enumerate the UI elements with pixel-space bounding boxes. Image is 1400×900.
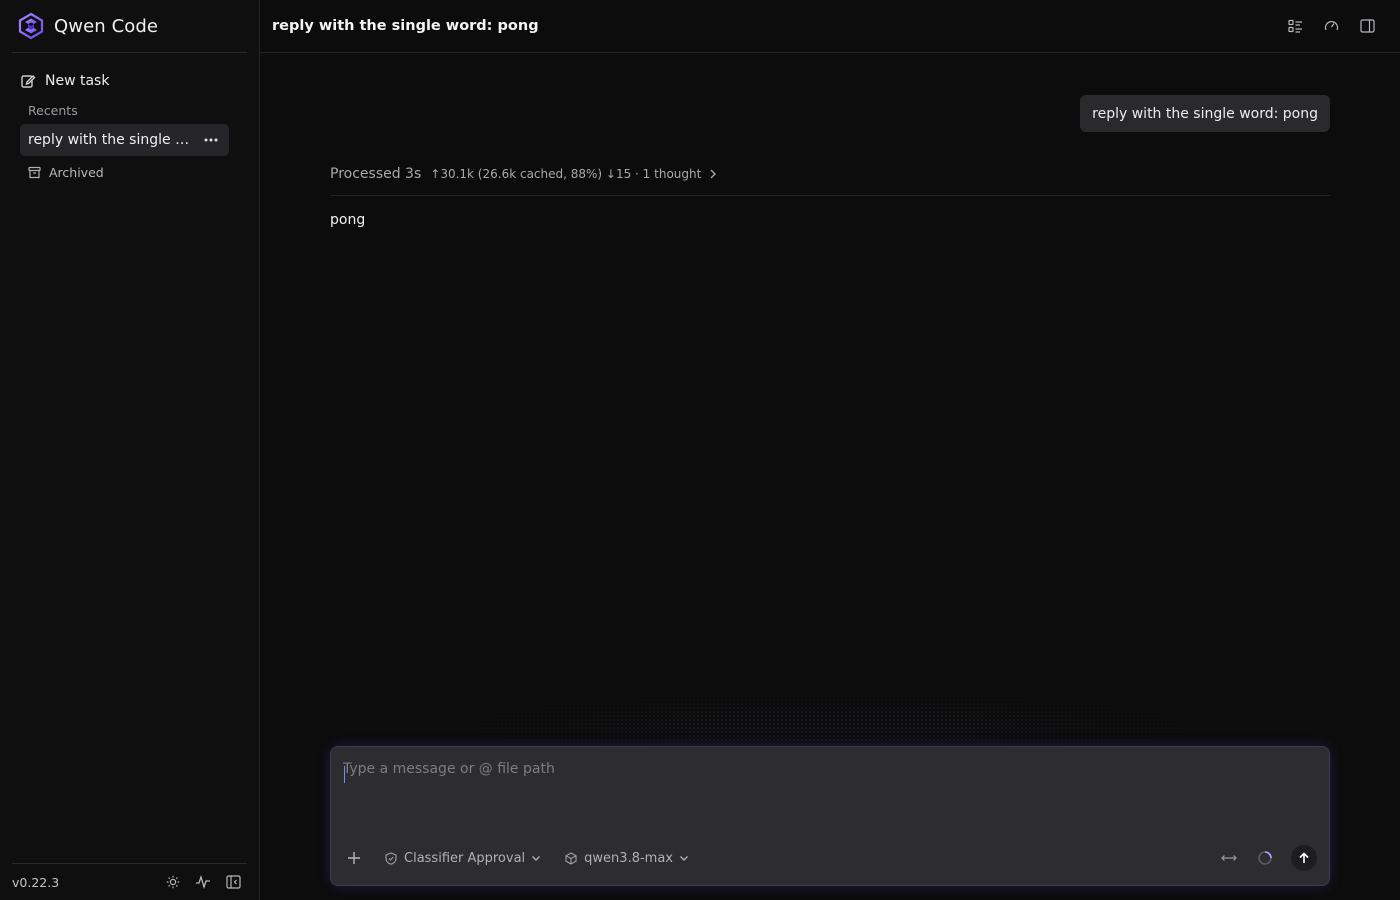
model-select[interactable]: qwen3.8-max — [565, 851, 689, 866]
message-input[interactable] — [343, 761, 1313, 821]
expand-horizontal-icon[interactable] — [1219, 848, 1239, 868]
chevron-right-icon[interactable] — [709, 168, 721, 180]
cube-icon — [565, 851, 578, 865]
app-window: Qwen Code New task Recents reply with th… — [0, 0, 1400, 900]
chevron-down-icon — [679, 853, 689, 863]
collapse-sidebar-icon[interactable] — [224, 873, 242, 891]
panel-icon[interactable] — [1358, 17, 1376, 35]
plus-icon[interactable] — [345, 849, 363, 867]
processed-stats: ↑30.1k (26.6k cached, 88%) ↓15 · 1 thoug… — [430, 167, 702, 181]
recent-task-item[interactable]: reply with the single word: pong — [20, 124, 229, 156]
processed-label: Processed 3s — [330, 166, 422, 182]
brand: Qwen Code — [12, 0, 247, 53]
edit-icon — [20, 73, 36, 89]
approval-mode-label: Classifier Approval — [404, 850, 526, 866]
main-header: reply with the single word: pong — [260, 0, 1400, 53]
text-caret — [344, 766, 345, 783]
send-button[interactable] — [1291, 845, 1317, 871]
activity-icon[interactable] — [194, 873, 212, 891]
composer-toolbar: Classifier Approval qwen3.8-max — [345, 845, 1317, 871]
app-title: Qwen Code — [54, 15, 159, 37]
recents-heading: Recents — [28, 103, 78, 118]
composer: Classifier Approval qwen3.8-max — [330, 746, 1330, 886]
page-title: reply with the single word: pong — [272, 18, 539, 34]
qwen-logo-icon — [16, 11, 46, 41]
version-label: v0.22.3 — [12, 874, 60, 890]
assistant-reply: pong — [330, 212, 366, 228]
shield-icon — [385, 851, 398, 865]
chevron-down-icon — [531, 853, 541, 863]
header-actions — [1286, 17, 1376, 35]
list-icon[interactable] — [1286, 17, 1304, 35]
model-label: qwen3.8-max — [584, 850, 673, 866]
recent-task-label: reply with the single word: pong — [28, 132, 194, 148]
loading-spinner-icon — [1255, 848, 1275, 868]
archived-label: Archived — [49, 164, 104, 180]
composer-actions — [1219, 845, 1317, 871]
gauge-icon[interactable] — [1322, 17, 1340, 35]
footer-icons — [164, 873, 242, 891]
sun-icon[interactable] — [164, 873, 182, 891]
new-task-label: New task — [45, 73, 110, 89]
archive-icon — [28, 166, 41, 179]
archived-link[interactable]: Archived — [20, 161, 229, 183]
new-task-button[interactable]: New task — [12, 66, 242, 96]
processed-summary[interactable]: Processed 3s ↑30.1k (26.6k cached, 88%) … — [330, 163, 1330, 196]
approval-mode-select[interactable]: Classifier Approval — [385, 851, 541, 866]
user-message: reply with the single word: pong — [1080, 95, 1330, 132]
sidebar-footer: v0.22.3 — [12, 863, 247, 900]
sidebar: Qwen Code New task Recents reply with th… — [0, 0, 260, 900]
more-options-icon[interactable] — [198, 128, 224, 152]
